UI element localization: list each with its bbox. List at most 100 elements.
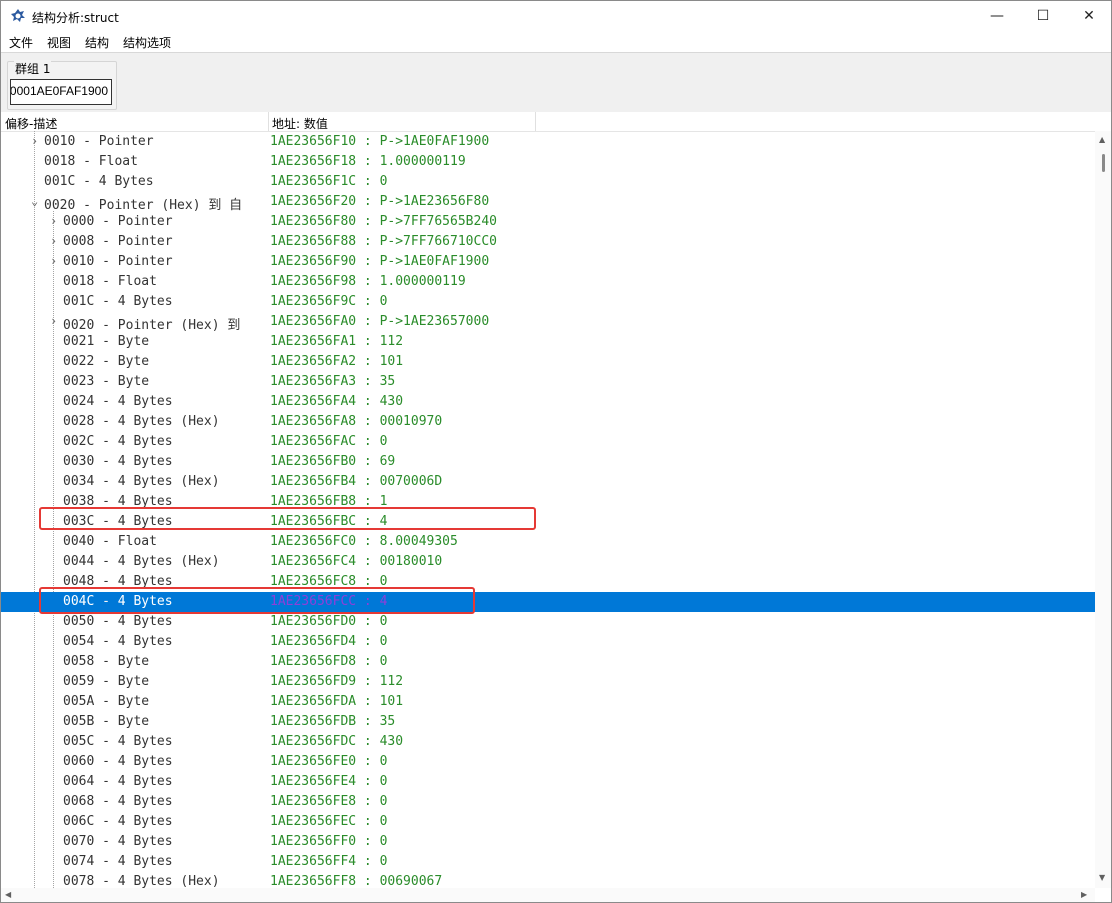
tree-row[interactable]: 0054 - 4 Bytes 1AE23656FD4 : 0 (1, 632, 1095, 652)
row-address-value: 1AE23656F9C : 0 (270, 294, 388, 309)
vertical-scrollbar[interactable]: ▲ ▼ (1095, 131, 1111, 888)
tree-row[interactable]: 005B - Byte 1AE23656FDB : 35 (1, 712, 1095, 732)
row-offset-description: 005A - Byte (63, 694, 150, 709)
column-address-value[interactable]: 地址: 数值 (272, 115, 328, 132)
scroll-left-arrow-icon[interactable]: ◀ (5, 890, 11, 899)
row-offset-description: 0030 - 4 Bytes (63, 454, 173, 469)
tree-row[interactable]: 006C - 4 Bytes 1AE23656FEC : 0 (1, 812, 1095, 832)
tree-row[interactable]: 0074 - 4 Bytes 1AE23656FF4 : 0 (1, 852, 1095, 872)
row-address-value: 1AE23656FDA : 101 (270, 694, 404, 709)
tree-row[interactable]: 0068 - 4 Bytes 1AE23656FE8 : 0 (1, 792, 1095, 812)
tree-row[interactable]: ⌄ 0020 - Pointer (Hex) 到 自 1AE23656F20 : P… (1, 192, 1095, 213)
row-offset-description: 0021 - Byte (63, 334, 150, 349)
row-offset-description: 0034 - 4 Bytes (Hex) (63, 474, 220, 489)
row-offset-description: 0078 - 4 Bytes (Hex) (63, 874, 220, 888)
row-address-value: 1AE23656FE4 : 0 (270, 774, 388, 789)
tree-row[interactable]: 0064 - 4 Bytes 1AE23656FE4 : 0 (1, 772, 1095, 792)
row-address-value: 1AE23656FC4 : 00180010 (270, 554, 443, 569)
row-offset-description: 0018 - Float (63, 274, 157, 289)
row-address-value: 1AE23656FA1 : 112 (270, 334, 404, 349)
tree-row[interactable]: 002C - 4 Bytes 1AE23656FAC : 0 (1, 432, 1095, 452)
tree-row[interactable]: › 0020 - Pointer (Hex) 到 1AE23656FA0 : P->… (1, 312, 1095, 333)
row-offset-description: 0023 - Byte (63, 374, 150, 389)
row-offset-description: 006C - 4 Bytes (63, 814, 173, 829)
row-address-value: 1AE23656FDB : 35 (270, 714, 396, 729)
row-address-value: 1AE23656FD8 : 0 (270, 654, 388, 669)
tree-row[interactable]: 0028 - 4 Bytes (Hex) 1AE23656FA8 : 000109… (1, 412, 1095, 432)
row-address-value: 1AE23656FD9 : 112 (270, 674, 404, 689)
row-offset-description: 0059 - Byte (63, 674, 150, 689)
tree-row[interactable]: 0022 - Byte 1AE23656FA2 : 101 (1, 352, 1095, 372)
scroll-down-arrow-icon[interactable]: ▼ (1099, 873, 1105, 882)
tree-row[interactable]: 001C - 4 Bytes 1AE23656F9C : 0 (1, 292, 1095, 312)
close-button[interactable]: ✕ (1066, 1, 1111, 32)
row-offset-description: 0044 - 4 Bytes (Hex) (63, 554, 220, 569)
row-address-value: 1AE23656FDC : 430 (270, 734, 404, 749)
tree-row[interactable]: 0059 - Byte 1AE23656FD9 : 112 (1, 672, 1095, 692)
tree-row[interactable]: 0078 - 4 Bytes (Hex) 1AE23656FF8 : 006900… (1, 872, 1095, 888)
row-address-value: 1AE23656FA2 : 101 (270, 354, 404, 369)
expand-chevron-icon[interactable]: › (50, 254, 60, 268)
row-address-value: 1AE23656FC0 : 8.00049305 (270, 534, 458, 549)
horizontal-scrollbar[interactable]: ◀ ▶ (1, 888, 1095, 902)
row-address-value: 1AE23656FA4 : 430 (270, 394, 404, 409)
row-address-value: 1AE23656F88 : P->7FF766710CC0 (270, 234, 497, 249)
row-offset-description: 0050 - 4 Bytes (63, 614, 173, 629)
row-address-value: 1AE23656FAC : 0 (270, 434, 388, 449)
row-offset-description: 0070 - 4 Bytes (63, 834, 173, 849)
title-bar[interactable]: 结构分析:struct — ☐ ✕ (1, 1, 1111, 32)
vertical-scroll-thumb[interactable] (1102, 154, 1105, 172)
tree-row[interactable]: › 0008 - Pointer 1AE23656F88 : P->7FF76671… (1, 232, 1095, 252)
window-title: 结构分析:struct (32, 11, 119, 25)
row-address-value: 1AE23656FF4 : 0 (270, 854, 388, 869)
tree-row[interactable]: 0058 - Byte 1AE23656FD8 : 0 (1, 652, 1095, 672)
maximize-button[interactable]: ☐ (1020, 1, 1066, 32)
tree-row[interactable]: 0050 - 4 Bytes 1AE23656FD0 : 0 (1, 612, 1095, 632)
tree-row[interactable]: › 0010 - Pointer 1AE23656F10 : P->1AE0FAF1… (1, 132, 1095, 152)
menu-file[interactable]: 文件 (9, 34, 33, 51)
tree-row[interactable]: 0023 - Byte 1AE23656FA3 : 35 (1, 372, 1095, 392)
tree-row[interactable]: 0034 - 4 Bytes (Hex) 1AE23656FB4 : 007000… (1, 472, 1095, 492)
tree-row[interactable]: 0018 - Float 1AE23656F18 : 1.000000119 (1, 152, 1095, 172)
column-divider[interactable] (535, 112, 536, 131)
tree-row[interactable]: 0040 - Float 1AE23656FC0 : 8.00049305 (1, 532, 1095, 552)
menu-structure[interactable]: 结构 (85, 34, 109, 51)
row-offset-description: 0068 - 4 Bytes (63, 794, 173, 809)
column-divider[interactable] (268, 112, 269, 131)
column-offset-description[interactable]: 偏移-描述 (5, 115, 57, 132)
row-address-value: 1AE23656FEC : 0 (270, 814, 388, 829)
scroll-up-arrow-icon[interactable]: ▲ (1099, 135, 1105, 144)
expand-chevron-icon[interactable]: › (50, 314, 60, 328)
row-address-value: 1AE23656FE0 : 0 (270, 754, 388, 769)
tree-row[interactable]: 0018 - Float 1AE23656F98 : 1.000000119 (1, 272, 1095, 292)
tree-row[interactable]: 005A - Byte 1AE23656FDA : 101 (1, 692, 1095, 712)
row-address-value: 1AE23656FF0 : 0 (270, 834, 388, 849)
row-address-value: 1AE23656F90 : P->1AE0FAF1900 (270, 254, 490, 269)
tree-row[interactable]: 001C - 4 Bytes 1AE23656F1C : 0 (1, 172, 1095, 192)
row-address-value: 1AE23656FB0 : 69 (270, 454, 396, 469)
row-address-value: 1AE23656F18 : 1.000000119 (270, 154, 466, 169)
collapse-chevron-icon[interactable]: ⌄ (31, 194, 41, 208)
tree-row[interactable]: 0024 - 4 Bytes 1AE23656FA4 : 430 (1, 392, 1095, 412)
row-offset-description: 0020 - Pointer (Hex) 到 自 (44, 198, 243, 213)
tree-row[interactable]: › 0000 - Pointer 1AE23656F80 : P->7FF76565… (1, 212, 1095, 232)
minimize-button[interactable]: — (974, 1, 1020, 32)
expand-chevron-icon[interactable]: › (50, 234, 60, 248)
expand-chevron-icon[interactable]: › (50, 214, 60, 228)
tree-row[interactable]: 0044 - 4 Bytes (Hex) 1AE23656FC4 : 001800… (1, 552, 1095, 572)
row-offset-description: 002C - 4 Bytes (63, 434, 173, 449)
structure-tree[interactable]: › 0010 - Pointer 1AE23656F10 : P->1AE0FAF1… (1, 131, 1095, 888)
expand-chevron-icon[interactable]: › (31, 134, 41, 148)
scroll-right-arrow-icon[interactable]: ▶ (1081, 890, 1087, 899)
tree-row[interactable]: 0060 - 4 Bytes 1AE23656FE0 : 0 (1, 752, 1095, 772)
row-offset-description: 0028 - 4 Bytes (Hex) (63, 414, 220, 429)
menu-structure-options[interactable]: 结构选项 (123, 34, 171, 51)
tree-row[interactable]: › 0010 - Pointer 1AE23656F90 : P->1AE0FAF1… (1, 252, 1095, 272)
menu-view[interactable]: 视图 (47, 34, 71, 51)
tree-row[interactable]: 0021 - Byte 1AE23656FA1 : 112 (1, 332, 1095, 352)
tree-row[interactable]: 0070 - 4 Bytes 1AE23656FF0 : 0 (1, 832, 1095, 852)
row-address-value: 1AE23656F1C : 0 (270, 174, 388, 189)
group-address-field[interactable]: 00001AE0FAF1900 (10, 79, 112, 105)
tree-row[interactable]: 0030 - 4 Bytes 1AE23656FB0 : 69 (1, 452, 1095, 472)
tree-row[interactable]: 005C - 4 Bytes 1AE23656FDC : 430 (1, 732, 1095, 752)
